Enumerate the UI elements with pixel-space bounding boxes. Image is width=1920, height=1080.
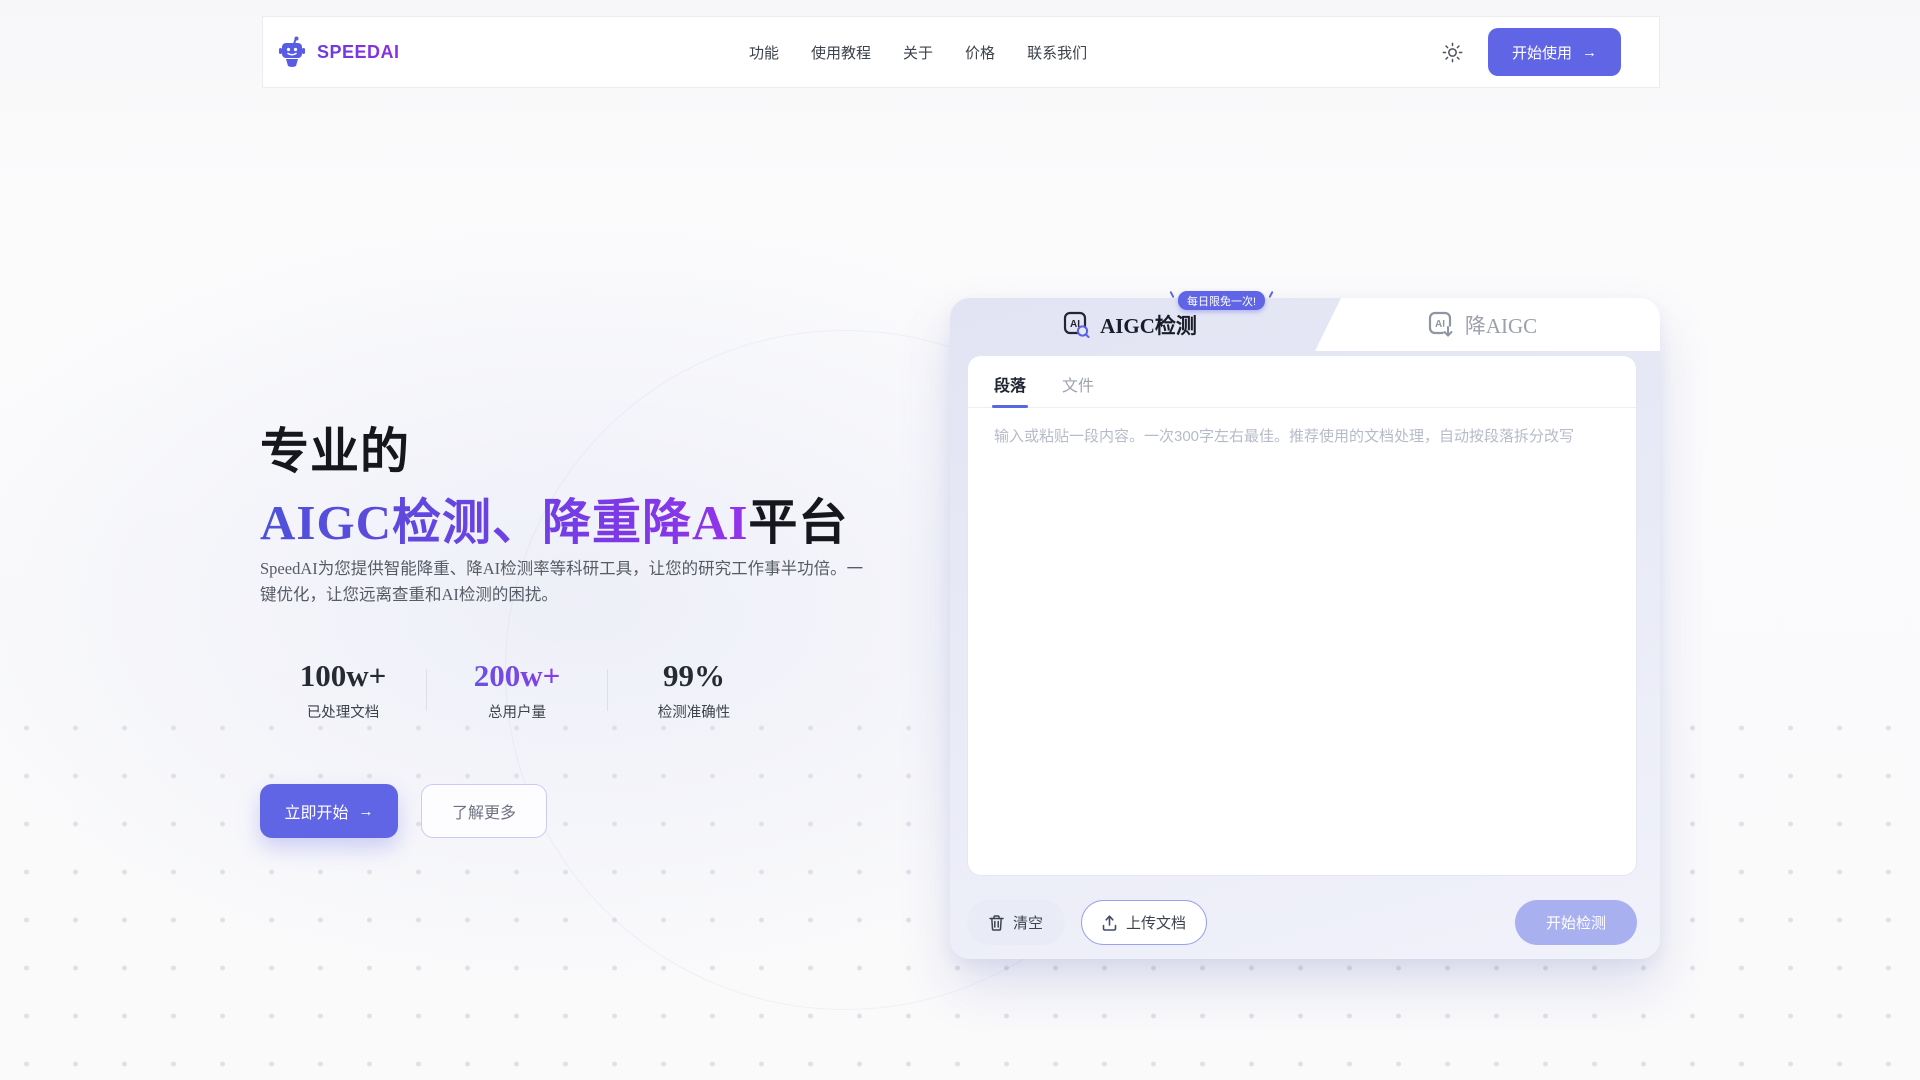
nav-links: 功能 使用教程 关于 价格 联系我们 [749, 42, 1087, 63]
hero-title-line1: 专业的 [260, 412, 410, 483]
navbar-right: 开始使用 → [1442, 28, 1621, 76]
hero-title-suffix: 平台 [748, 495, 848, 550]
content-input[interactable] [968, 408, 1636, 876]
nav-link-pricing[interactable]: 价格 [965, 42, 995, 63]
subtab-paragraph[interactable]: 段落 [994, 372, 1026, 407]
stat-accuracy: 99% 检测准确性 [608, 658, 780, 722]
upload-label: 上传文档 [1126, 912, 1186, 933]
stat-accuracy-value: 99% [608, 658, 780, 694]
hero-description: SpeedAI为您提供智能降重、降AI检测率等科研工具，让您的研究工作事半功倍。… [260, 556, 872, 607]
learn-more-button[interactable]: 了解更多 [421, 784, 547, 838]
stat-documents-value: 100w+ [260, 658, 426, 694]
clear-label: 清空 [1013, 912, 1043, 933]
nav-link-about[interactable]: 关于 [903, 42, 933, 63]
brand-logo[interactable]: SPEEDAI [277, 36, 400, 68]
tab-aigc-detect-label: AIGC检测 [1100, 310, 1197, 340]
start-now-label: 立即开始 [284, 799, 348, 823]
nav-link-tutorial[interactable]: 使用教程 [811, 42, 871, 63]
start-detection-button[interactable]: 开始检测 [1515, 900, 1637, 945]
trash-icon [989, 915, 1004, 931]
clear-button[interactable]: 清空 [967, 900, 1065, 945]
nav-link-features[interactable]: 功能 [749, 42, 779, 63]
tab-reduce-aigc-label: 降AIGC [1465, 310, 1537, 340]
detector-card-surface: AI AIGC检测 AI 降AIGC [950, 298, 1660, 959]
stat-users-value: 200w+ [427, 658, 607, 694]
ai-search-icon: AI [1063, 311, 1090, 338]
theme-toggle-sun-icon[interactable] [1442, 41, 1464, 63]
get-started-label: 开始使用 [1512, 42, 1572, 63]
upload-document-button[interactable]: 上传文档 [1081, 900, 1207, 945]
stat-documents: 100w+ 已处理文档 [260, 658, 426, 722]
input-panel: 段落 文件 [967, 355, 1637, 876]
learn-more-label: 了解更多 [452, 799, 516, 823]
card-controls: 清空 上传文档 开始检测 [967, 900, 1637, 945]
nav-link-contact[interactable]: 联系我们 [1027, 42, 1087, 63]
hero-title-gradient: AIGC检测、降重降AI [260, 495, 748, 550]
input-mode-subtabs: 段落 文件 [968, 356, 1636, 408]
start-now-button[interactable]: 立即开始 → [260, 784, 398, 838]
stat-users-label: 总用户量 [427, 701, 607, 722]
get-started-button[interactable]: 开始使用 → [1488, 28, 1621, 76]
arrow-right-icon: → [359, 804, 374, 819]
daily-free-badge: 每日限免一次! [1178, 291, 1265, 310]
robot-logo-icon [277, 36, 307, 68]
stat-users: 200w+ 总用户量 [427, 658, 607, 722]
hero-title-line2: AIGC检测、降重降AI平台 [260, 483, 848, 554]
stats-row: 100w+ 已处理文档 200w+ 总用户量 99% 检测准确性 [260, 658, 780, 722]
stat-accuracy-label: 检测准确性 [608, 701, 780, 722]
upload-icon [1102, 915, 1117, 931]
brand-name: SPEEDAI [317, 42, 400, 63]
ai-download-icon: AI [1428, 311, 1455, 338]
arrow-right-icon: → [1582, 45, 1597, 60]
tab-reduce-aigc[interactable]: AI 降AIGC [1305, 298, 1660, 351]
navbar: SPEEDAI 功能 使用教程 关于 价格 联系我们 开始使用 → [262, 16, 1660, 88]
subtab-file[interactable]: 文件 [1062, 372, 1094, 407]
stat-documents-label: 已处理文档 [260, 701, 426, 722]
detector-card: 每日限免一次! AI AIGC检测 AI [950, 298, 1660, 959]
